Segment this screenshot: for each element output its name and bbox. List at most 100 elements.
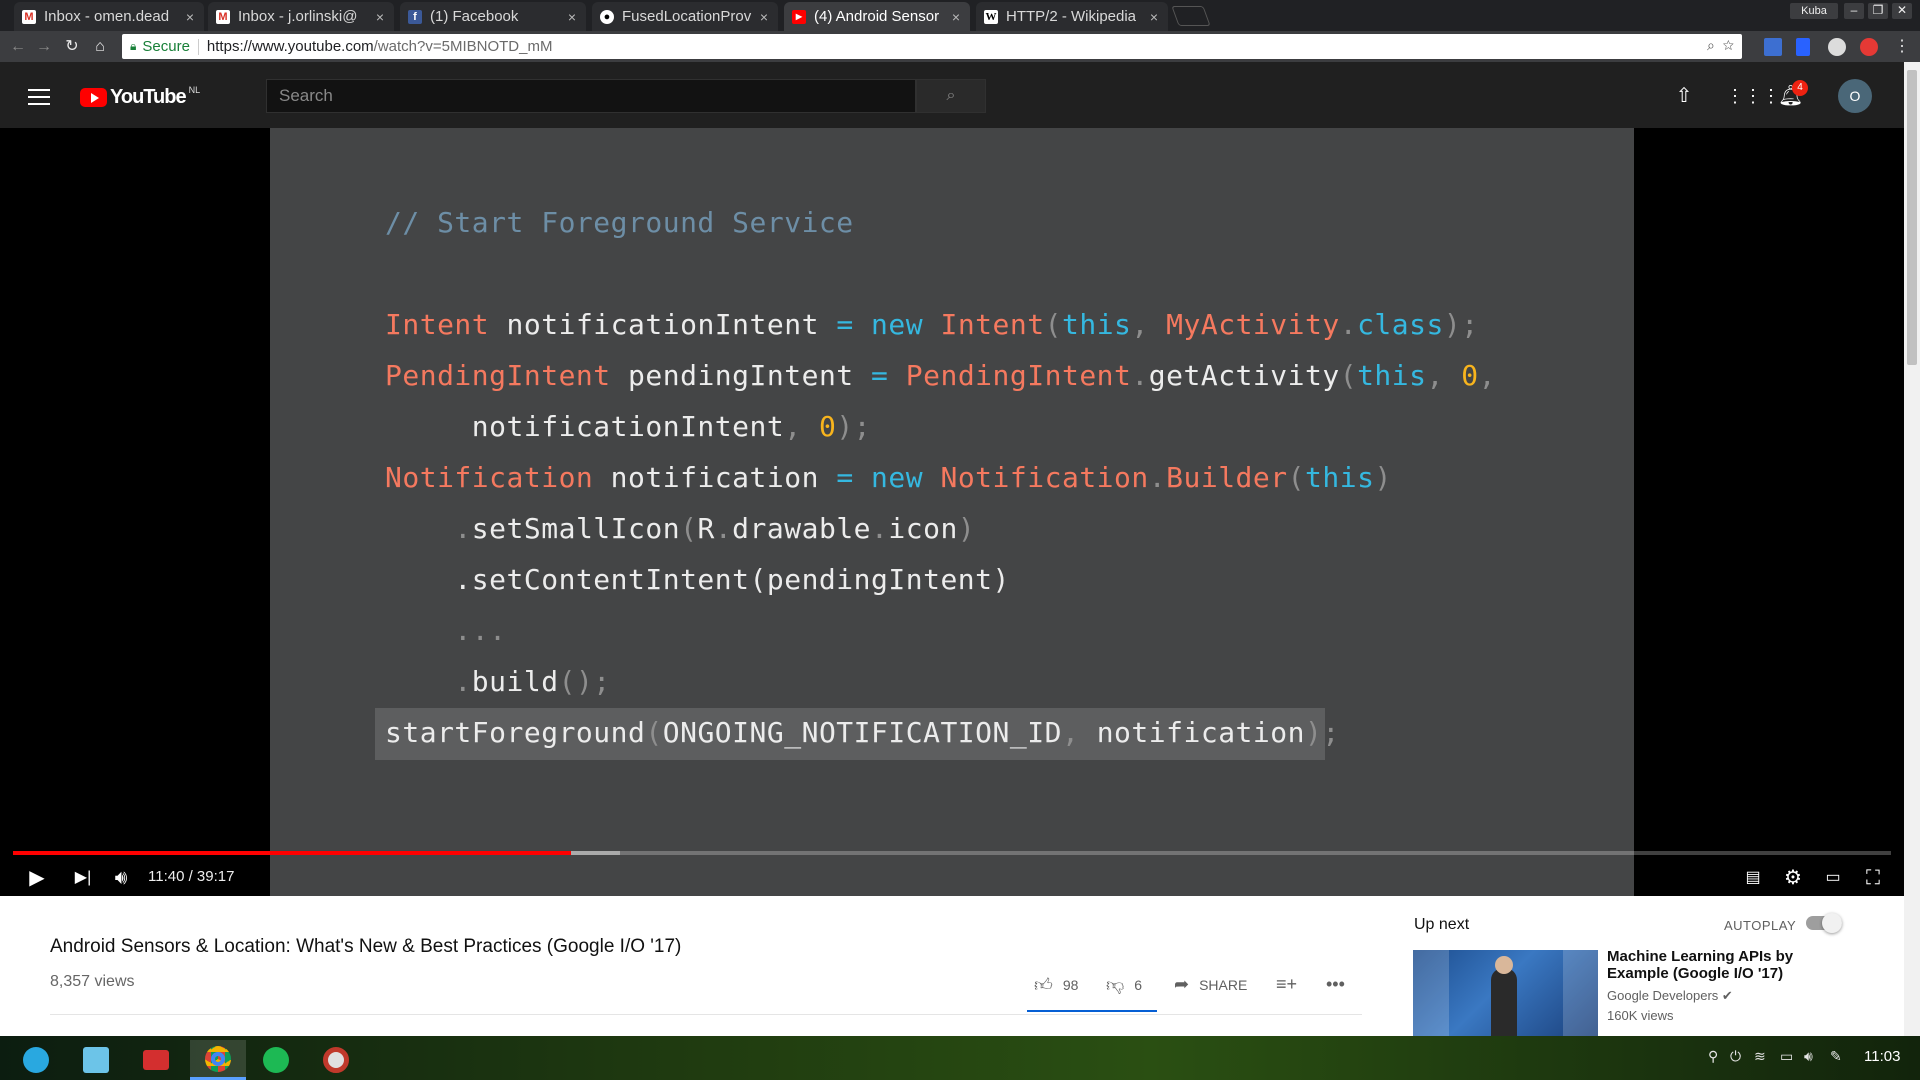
channel-name: Google Developers [1607, 988, 1719, 1003]
code-token: R [697, 512, 715, 545]
next-video-title[interactable]: Machine Learning APIs by Example (Google… [1607, 948, 1847, 982]
code-token: setSmallIcon [471, 512, 681, 545]
code-token: . [385, 512, 472, 545]
next-video-channel[interactable]: Google Developers ✔ [1607, 988, 1733, 1004]
code-token: ( [1287, 461, 1305, 494]
url-path: /watch?v=5MIBNOTD_mM [373, 38, 553, 55]
close-window-icon[interactable]: ✕ [1892, 3, 1912, 19]
spotify-icon[interactable] [250, 1040, 302, 1080]
settings-icon[interactable] [310, 1040, 362, 1080]
tab-facebook[interactable]: f (1) Facebook × [400, 2, 586, 31]
code-token: ( [1339, 359, 1358, 392]
guide-menu-icon[interactable] [28, 89, 50, 110]
tab-close-icon[interactable]: × [950, 9, 962, 25]
fullscreen-icon[interactable]: ⛶ [1856, 863, 1890, 893]
volume-tray-icon[interactable]: 🔊︎ [1804, 1048, 1813, 1065]
code-token: . [871, 512, 889, 545]
shield-extension-icon[interactable] [1860, 38, 1878, 56]
code-token: drawable [732, 512, 872, 545]
file-manager-icon[interactable] [70, 1040, 122, 1080]
tab-close-icon[interactable]: × [374, 9, 386, 25]
new-tab-button[interactable] [1171, 6, 1211, 26]
add-to-playlist-button[interactable]: ≡+ [1276, 974, 1307, 995]
usb-icon[interactable]: ⚲ [1708, 1048, 1718, 1065]
search-icon: ⌕ [946, 87, 956, 104]
launcher-icon[interactable] [10, 1040, 62, 1080]
share-button[interactable]: ➦ SHARE [1174, 974, 1247, 995]
tab-close-icon[interactable]: × [566, 9, 578, 25]
dislike-count: 6 [1134, 977, 1143, 993]
code-token: (); [558, 665, 611, 698]
power-icon[interactable]: ⏻ [1730, 1048, 1741, 1065]
home-icon[interactable]: ⌂ [90, 37, 110, 57]
address-bar[interactable]: 🔒︎ Secure https://www.youtube.com/watch?… [122, 34, 1742, 59]
play-icon[interactable]: ▶ [20, 863, 54, 893]
youtube-logo[interactable]: YouTube NL [80, 85, 200, 109]
extension-list-icon[interactable] [1764, 38, 1782, 56]
reload-icon[interactable]: ↻ [62, 37, 82, 57]
code-token: . [714, 512, 733, 545]
speaker-head [1495, 956, 1513, 974]
code-token: ); [1304, 716, 1340, 749]
tab-inbox-omen[interactable]: M Inbox - omen.dead × [14, 2, 204, 31]
theater-mode-icon[interactable]: ▭ [1816, 863, 1850, 893]
code-token: Notification [385, 461, 594, 494]
dislike-button[interactable]: 👎︎ 6 [1106, 974, 1142, 996]
settings-gear-icon[interactable]: ⚙ [1776, 863, 1810, 893]
next-video-icon[interactable]: ▶| [66, 863, 100, 893]
code-token: PendingIntent [385, 359, 611, 392]
code-token: this [1061, 308, 1132, 341]
code-token: 0 [1461, 359, 1479, 392]
tab-close-icon[interactable]: × [184, 9, 196, 25]
search-button[interactable]: ⌕ [916, 79, 986, 113]
circle-extension-icon[interactable] [1828, 38, 1846, 56]
code-token: Intent [940, 308, 1045, 341]
code-token: notificationIntent [489, 308, 837, 341]
pen-icon[interactable]: ✎ [1830, 1048, 1842, 1065]
upload-icon[interactable]: ⇧ [1672, 84, 1696, 108]
wifi-icon[interactable]: ≋ [1754, 1048, 1766, 1065]
next-video-thumbnail[interactable] [1413, 950, 1598, 1036]
tab-http2-wikipedia[interactable]: W HTTP/2 - Wikipedia × [976, 2, 1168, 31]
code-token: . [1148, 461, 1167, 494]
back-icon[interactable]: ← [8, 37, 28, 57]
bookmark-extension-icon[interactable] [1796, 38, 1810, 56]
code-token: Notification [940, 461, 1149, 494]
code-token: ); [836, 410, 872, 443]
zoom-icon[interactable]: ⌕ [1707, 37, 1715, 53]
volume-icon[interactable]: 🔊︎ [104, 863, 138, 893]
tab-inbox-jorlinski[interactable]: M Inbox - j.orlinski@ × [208, 2, 394, 31]
system-clock[interactable]: 11:03 [1864, 1048, 1900, 1065]
like-button[interactable]: 👍︎ 98 [1034, 974, 1078, 996]
apps-grid-icon[interactable]: ⋮⋮⋮ [1726, 84, 1780, 108]
account-avatar[interactable]: O [1838, 79, 1872, 113]
tab-close-icon[interactable]: × [758, 9, 770, 25]
tab-fusedlocationprovider[interactable]: ● FusedLocationProv × [592, 2, 778, 31]
code-line-pending-intent-args: notificationIntent, 0); [385, 410, 871, 443]
terminal-icon[interactable] [130, 1040, 182, 1080]
video-player[interactable]: // Start Foreground Service Intent notif… [0, 128, 1904, 896]
scrollbar-thumb[interactable] [1907, 70, 1917, 365]
subtitles-icon[interactable]: ▤ [1736, 863, 1770, 893]
autoplay-toggle[interactable] [1806, 913, 1842, 933]
watch-info: Android Sensors & Location: What's New &… [0, 896, 1904, 1036]
search-input[interactable]: Search [266, 79, 916, 113]
bookmark-star-icon[interactable]: ☆ [1723, 37, 1734, 53]
minimize-icon[interactable]: – [1844, 3, 1864, 19]
thumbs-up-icon: 👍︎ [1034, 975, 1053, 995]
code-token: .setContentIntent(pendingIntent) [385, 563, 1010, 596]
tab-android-sensors[interactable]: ▶ (4) Android Sensor × [784, 2, 970, 31]
more-actions-button[interactable]: ••• [1326, 974, 1355, 995]
chrome-icon[interactable] [190, 1040, 246, 1080]
profile-name[interactable]: Kuba [1790, 3, 1838, 19]
tab-close-icon[interactable]: × [1148, 9, 1160, 25]
code-token: new [871, 461, 924, 494]
battery-icon[interactable]: ▭ [1780, 1048, 1793, 1065]
forward-icon[interactable]: → [34, 37, 54, 57]
restore-icon[interactable]: ❐ [1868, 3, 1888, 19]
thumbnail-panel [1563, 950, 1598, 1036]
chrome-menu-icon[interactable]: ⋮ [1892, 37, 1912, 57]
